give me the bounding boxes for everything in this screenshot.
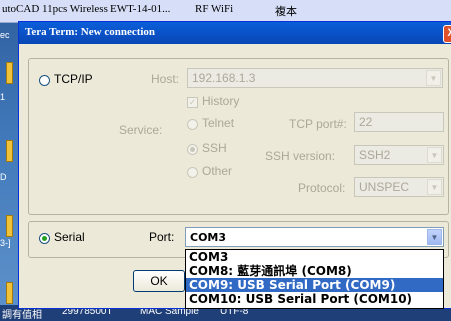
taskbar-item[interactable]: 複本: [275, 3, 297, 19]
tcp-port-value: 22: [359, 115, 373, 129]
chevron-down-icon[interactable]: ▼: [426, 70, 441, 86]
protocol-label: Protocol:: [298, 181, 346, 195]
host-value: 192.168.1.3: [192, 71, 256, 85]
dialog-title-bar[interactable]: Tera Term: New connection X: [19, 22, 451, 44]
telnet-radio[interactable]: [187, 119, 198, 130]
close-button[interactable]: X: [443, 25, 451, 43]
port-option[interactable]: COM3: [186, 250, 443, 264]
other-radio[interactable]: [187, 167, 198, 178]
service-label: Service:: [119, 123, 163, 137]
desktop-icon[interactable]: [6, 140, 13, 162]
taskbar-item[interactable]: 11pcs Wireless: [42, 3, 108, 15]
port-option-selected[interactable]: COM9: USB Serial Port (COM9): [186, 278, 443, 292]
side-mark: 1: [0, 92, 6, 102]
taskbar-item[interactable]: EWT-14-01...: [110, 3, 170, 15]
desktop-icon[interactable]: [6, 215, 13, 237]
history-checkbox[interactable]: ✓: [187, 97, 198, 108]
port-select[interactable]: COM3 ▼: [185, 227, 444, 247]
telnet-label: Telnet: [202, 116, 235, 130]
chevron-down-icon[interactable]: ▼: [427, 229, 442, 245]
port-dropdown-list[interactable]: COM3 COM8: 藍芽通訊埠 (COM8) COM9: USB Serial…: [185, 249, 444, 309]
tcpip-label[interactable]: TCP/IP: [54, 72, 93, 86]
protocol-select[interactable]: UNSPEC ▼: [354, 177, 444, 197]
ok-label: OK: [150, 274, 168, 288]
side-mark: 3-]: [0, 238, 11, 248]
ssh-version-value: SSH2: [359, 148, 391, 162]
serial-radio[interactable]: [39, 233, 50, 244]
chevron-down-icon[interactable]: ▼: [427, 147, 442, 163]
other-label: Other: [202, 164, 233, 178]
taskbar-item[interactable]: RF WiFi: [195, 3, 233, 15]
tcpip-radio[interactable]: [39, 75, 50, 86]
port-option[interactable]: COM8: 藍芽通訊埠 (COM8): [186, 264, 443, 278]
desktop-icon[interactable]: [6, 62, 13, 84]
protocol-value: UNSPEC: [359, 180, 410, 194]
port-option[interactable]: COM10: USB Serial Port (COM10): [186, 292, 443, 306]
history-label: History: [202, 94, 240, 108]
side-mark: D: [0, 172, 7, 182]
desktop-icon[interactable]: [6, 282, 13, 304]
dialog-title: Tera Term: New connection: [25, 26, 156, 38]
port-value: COM3: [190, 231, 227, 244]
close-icon: X: [447, 27, 451, 39]
ssh-version-label: SSH version:: [265, 149, 336, 163]
host-label: Host:: [151, 72, 180, 86]
chevron-down-icon[interactable]: ▼: [427, 179, 442, 195]
tcp-port-label: TCP port#:: [289, 117, 347, 131]
side-mark: ec: [0, 30, 10, 40]
ssh-radio[interactable]: [187, 144, 198, 155]
serial-label[interactable]: Serial: [54, 230, 85, 244]
new-connection-dialog: Tera Term: New connection X TCP/IP Host:…: [18, 21, 451, 309]
top-window-bar: utoCAD 11pcs Wireless EWT-14-01... RF Wi…: [0, 0, 451, 23]
tcp-port-input[interactable]: 22: [354, 112, 444, 132]
port-label: Port:: [149, 230, 175, 244]
ssh-label: SSH: [202, 141, 227, 155]
ok-button[interactable]: OK: [133, 270, 185, 292]
host-combobox[interactable]: 192.168.1.3 ▼: [187, 68, 443, 88]
ssh-version-select[interactable]: SSH2 ▼: [354, 145, 444, 165]
taskbar-item[interactable]: utoCAD: [2, 3, 39, 15]
